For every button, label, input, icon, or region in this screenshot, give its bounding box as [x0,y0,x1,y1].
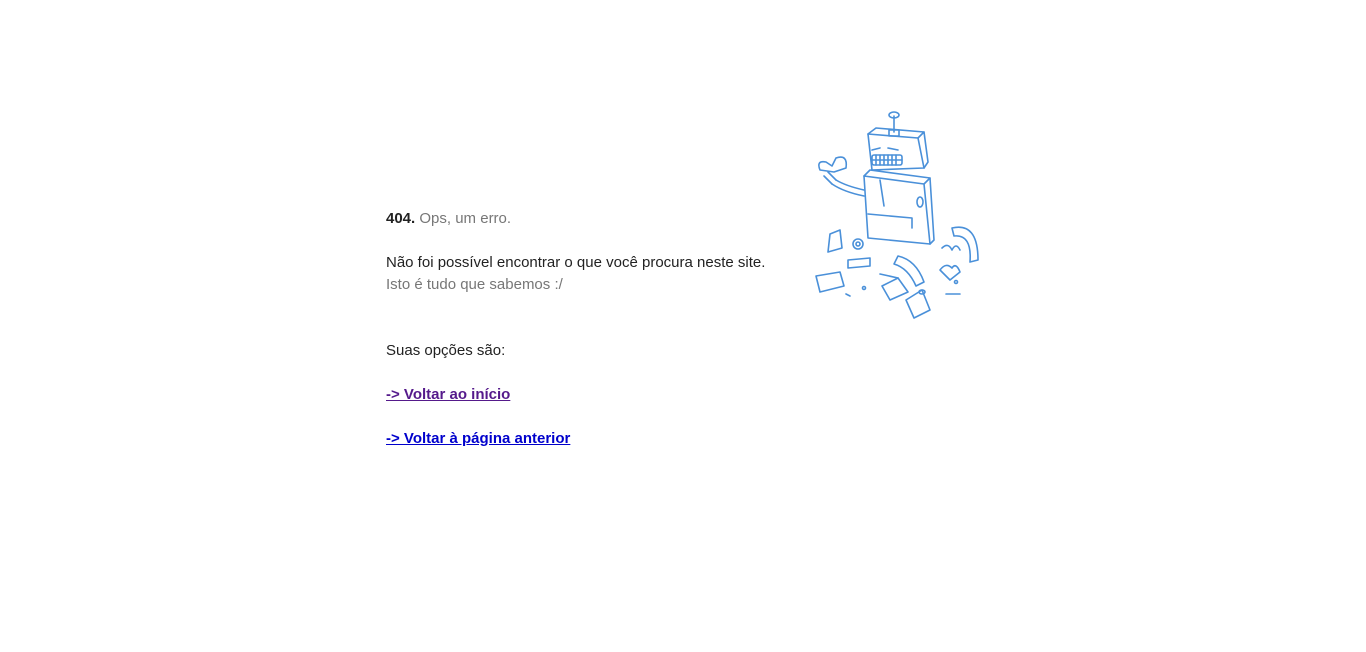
error-heading: 404. Ops, um erro. [386,208,806,230]
home-link[interactable]: -> Voltar ao início [386,386,510,403]
options-heading: Suas opções são: [386,342,506,359]
error-title: Ops, um erro. [419,210,512,227]
error-content: 404. Ops, um erro. Não foi possível enco… [386,208,806,450]
error-note: Isto é tudo que sabemos :/ [386,276,563,293]
error-message: Não foi possível encontrar o que você pr… [386,254,766,271]
back-link[interactable]: -> Voltar à página anterior [386,430,570,447]
error-code: 404. [386,210,416,227]
broken-robot-icon [806,110,986,328]
